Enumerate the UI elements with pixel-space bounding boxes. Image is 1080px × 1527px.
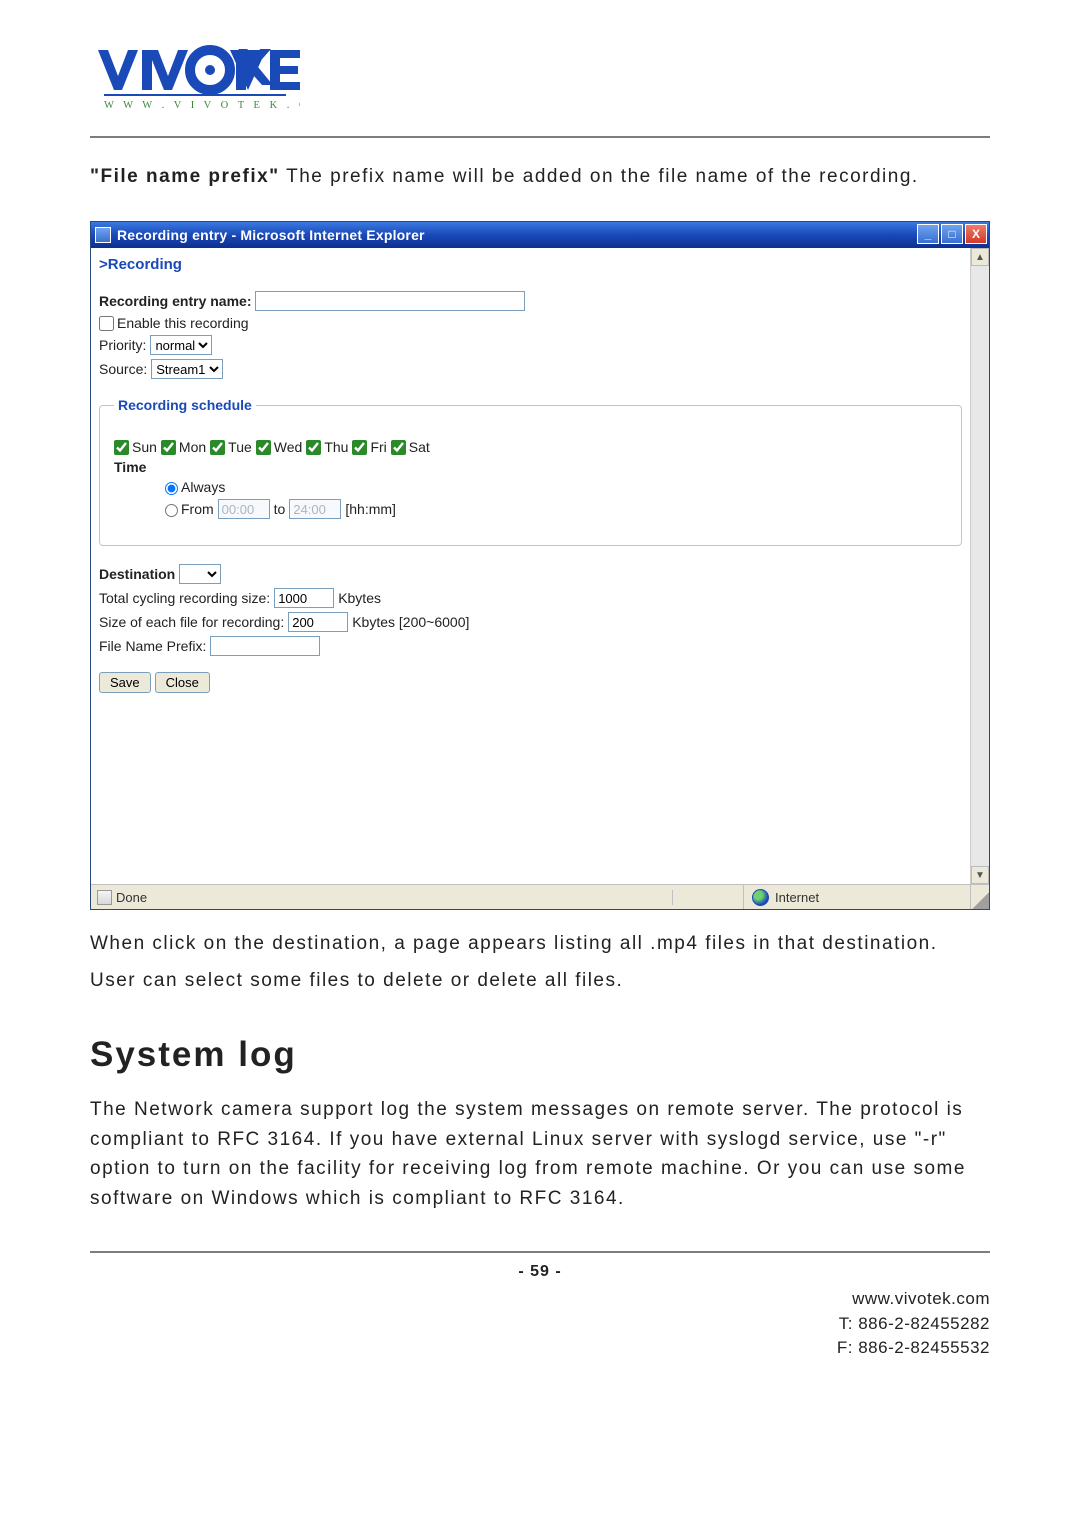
source-select[interactable]: Stream1	[151, 359, 223, 379]
header-rule	[90, 136, 990, 138]
internet-zone-icon	[752, 889, 769, 906]
window-titlebar: Recording entry - Microsoft Internet Exp…	[91, 222, 989, 248]
day-thu-label: Thu	[324, 439, 348, 455]
time-to-label: to	[274, 501, 286, 517]
vivotek-logo: W W W . V I V O T E K . C O M	[90, 40, 300, 118]
footer-fax: F: 886-2-82455532	[90, 1336, 990, 1361]
window-minimize-button[interactable]: _	[917, 224, 939, 244]
prefix-desc: "File name prefix" The prefix name will …	[90, 162, 990, 191]
status-done-label: Done	[116, 890, 147, 905]
destination-label: Destination	[99, 566, 175, 582]
time-range-radio[interactable]	[165, 504, 178, 517]
cycle-input[interactable]	[274, 588, 334, 608]
recording-schedule-fieldset: Recording schedule Sun Mon Tue Wed Thu F…	[99, 397, 962, 546]
day-mon-label: Mon	[179, 439, 206, 455]
cycle-unit: Kbytes	[338, 590, 381, 606]
prefix-key: "File name prefix"	[90, 166, 280, 187]
time-from-input[interactable]	[218, 499, 270, 519]
file-prefix-label: File Name Prefix:	[99, 638, 206, 654]
recording-schedule-legend: Recording schedule	[114, 397, 256, 413]
priority-select[interactable]: normal	[150, 335, 212, 355]
time-format-label: [hh:mm]	[345, 501, 396, 517]
scroll-up-icon[interactable]: ▲	[971, 248, 989, 266]
day-fri-label: Fri	[370, 439, 386, 455]
day-tue-label: Tue	[228, 439, 252, 455]
day-wed-label: Wed	[274, 439, 303, 455]
day-sat-label: Sat	[409, 439, 430, 455]
close-button[interactable]: Close	[155, 672, 210, 693]
ie-app-icon	[95, 227, 111, 243]
save-button[interactable]: Save	[99, 672, 151, 693]
day-wed-checkbox[interactable]	[256, 440, 271, 455]
day-sat-checkbox[interactable]	[391, 440, 406, 455]
each-unit: Kbytes [200~6000]	[352, 614, 469, 630]
enable-recording-label: Enable this recording	[117, 315, 249, 331]
day-row: Sun Mon Tue Wed Thu Fri Sat	[114, 439, 947, 455]
time-from-label: From	[181, 501, 214, 517]
time-to-input[interactable]	[289, 499, 341, 519]
system-log-paragraph: The Network camera support log the syste…	[90, 1095, 990, 1213]
resize-grip-icon[interactable]	[970, 885, 989, 909]
day-sun-label: Sun	[132, 439, 157, 455]
each-input[interactable]	[288, 612, 348, 632]
after-image-p1: When click on the destination, a page ap…	[90, 929, 990, 958]
day-mon-checkbox[interactable]	[161, 440, 176, 455]
footer-tel: T: 886-2-82455282	[90, 1312, 990, 1337]
footer-rule	[90, 1251, 990, 1253]
destination-select[interactable]	[179, 564, 221, 584]
window-close-button[interactable]: X	[965, 224, 987, 244]
after-image-p2: User can select some files to delete or …	[90, 966, 990, 995]
window-maximize-button[interactable]: □	[941, 224, 963, 244]
day-tue-checkbox[interactable]	[210, 440, 225, 455]
ie-window: Recording entry - Microsoft Internet Exp…	[90, 221, 990, 910]
each-label: Size of each file for recording:	[99, 614, 284, 630]
time-always-label: Always	[181, 479, 225, 495]
time-label: Time	[114, 459, 146, 475]
enable-recording-checkbox[interactable]	[99, 316, 114, 331]
time-always-radio[interactable]	[165, 482, 178, 495]
status-internet-label: Internet	[775, 890, 819, 905]
system-log-heading: System log	[90, 1035, 990, 1075]
footer-url: www.vivotek.com	[90, 1287, 990, 1312]
page-title: >Recording	[99, 256, 962, 273]
window-title: Recording entry - Microsoft Internet Exp…	[117, 227, 425, 243]
day-sun-checkbox[interactable]	[114, 440, 129, 455]
page-number: - 59 -	[90, 1263, 990, 1281]
prefix-rest: The prefix name will be added on the fil…	[280, 166, 919, 187]
scroll-down-icon[interactable]: ▼	[971, 866, 989, 884]
ie-status-bar: Done Internet	[91, 884, 989, 909]
source-label: Source:	[99, 361, 147, 377]
file-prefix-input[interactable]	[210, 636, 320, 656]
svg-text:W W W . V I V O T E K . C O M: W W W . V I V O T E K . C O M	[104, 100, 300, 111]
entry-name-input[interactable]	[255, 291, 525, 311]
content-scrollbar[interactable]: ▲ ▼	[970, 248, 989, 884]
day-thu-checkbox[interactable]	[306, 440, 321, 455]
cycle-label: Total cycling recording size:	[99, 590, 270, 606]
priority-label: Priority:	[99, 337, 146, 353]
status-doc-icon	[97, 890, 112, 905]
footer-contact: www.vivotek.com T: 886-2-82455282 F: 886…	[90, 1287, 990, 1361]
day-fri-checkbox[interactable]	[352, 440, 367, 455]
entry-name-label: Recording entry name:	[99, 293, 251, 309]
